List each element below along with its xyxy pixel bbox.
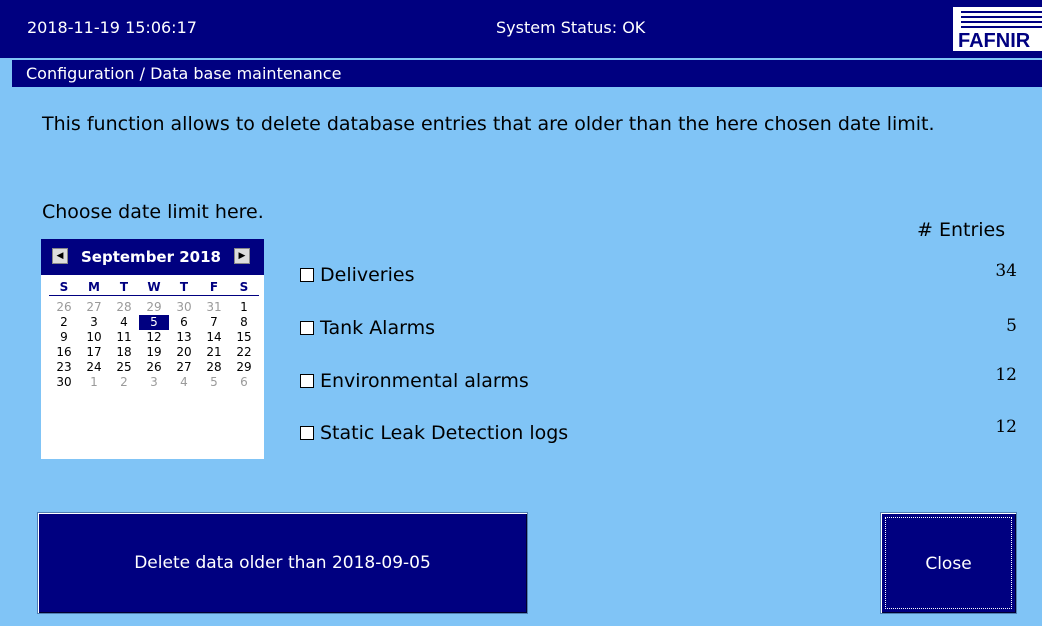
calendar-day[interactable]: 2 bbox=[109, 375, 139, 390]
option-label: Environmental alarms bbox=[320, 370, 529, 392]
calendar-month-label: September 2018 bbox=[81, 248, 221, 266]
static-leak-detection-checkbox[interactable] bbox=[300, 426, 314, 440]
description-text: This function allows to delete database … bbox=[42, 113, 935, 135]
breadcrumb: Configuration / Data base maintenance bbox=[12, 60, 1042, 87]
calendar-day[interactable]: 11 bbox=[109, 330, 139, 345]
calendar-day[interactable]: 4 bbox=[109, 315, 139, 330]
calendar-day[interactable]: 26 bbox=[49, 300, 79, 315]
calendar-day[interactable]: 28 bbox=[109, 300, 139, 315]
calendar-day[interactable]: 6 bbox=[169, 315, 199, 330]
fafnir-logo: FAFNIR bbox=[953, 7, 1042, 51]
option-tank-alarms[interactable]: Tank Alarms bbox=[300, 317, 435, 339]
calendar-day[interactable]: 19 bbox=[139, 345, 169, 360]
calendar-day[interactable]: 29 bbox=[139, 300, 169, 315]
calendar-day[interactable]: 29 bbox=[229, 360, 259, 375]
next-month-button[interactable]: ▶ bbox=[234, 248, 250, 264]
option-label: Static Leak Detection logs bbox=[320, 422, 569, 444]
calendar-weekday-header: S M T W T F S bbox=[49, 280, 259, 296]
entries-column-header: # Entries bbox=[917, 219, 1006, 241]
calendar-day[interactable]: 10 bbox=[79, 330, 109, 345]
calendar-day[interactable]: 25 bbox=[109, 360, 139, 375]
environmental-alarms-entry-count: 12 bbox=[995, 365, 1017, 385]
weekday-label: M bbox=[88, 280, 100, 294]
weekday-label: F bbox=[209, 280, 219, 294]
close-button-label: Close bbox=[885, 517, 1012, 609]
calendar-day[interactable]: 5 bbox=[139, 315, 169, 330]
system-status: System Status: OK bbox=[496, 18, 646, 37]
option-static-leak-detection-logs[interactable]: Static Leak Detection logs bbox=[300, 422, 568, 444]
calendar-day[interactable]: 14 bbox=[199, 330, 229, 345]
calendar-day[interactable]: 30 bbox=[169, 300, 199, 315]
calendar-day[interactable]: 4 bbox=[169, 375, 199, 390]
static-leak-detection-entry-count: 12 bbox=[995, 417, 1017, 437]
calendar-day[interactable]: 24 bbox=[79, 360, 109, 375]
delete-old-data-button[interactable]: Delete data older than 2018-09-05 bbox=[37, 512, 528, 614]
calendar-day[interactable]: 9 bbox=[49, 330, 79, 345]
weekday-label: S bbox=[239, 280, 249, 294]
calendar-day[interactable]: 16 bbox=[49, 345, 79, 360]
page-title: Configuration / Data base maintenance bbox=[26, 64, 342, 83]
tank-alarms-checkbox[interactable] bbox=[300, 321, 314, 335]
calendar-day[interactable]: 23 bbox=[49, 360, 79, 375]
calendar-day[interactable]: 20 bbox=[169, 345, 199, 360]
calendar-day[interactable]: 8 bbox=[229, 315, 259, 330]
calendar-day[interactable]: 1 bbox=[229, 300, 259, 315]
choose-date-label: Choose date limit here. bbox=[42, 201, 264, 223]
tank-alarms-entry-count: 5 bbox=[1006, 316, 1017, 336]
logo-text: FAFNIR bbox=[958, 30, 1031, 51]
calendar-day[interactable]: 30 bbox=[49, 375, 79, 390]
option-label: Deliveries bbox=[320, 264, 415, 286]
deliveries-entry-count: 34 bbox=[995, 261, 1017, 281]
calendar-day[interactable]: 5 bbox=[199, 375, 229, 390]
close-button[interactable]: Close bbox=[880, 512, 1017, 614]
calendar-day[interactable]: 3 bbox=[79, 315, 109, 330]
option-environmental-alarms[interactable]: Environmental alarms bbox=[300, 370, 529, 392]
calendar-day[interactable]: 13 bbox=[169, 330, 199, 345]
top-status-bar: 2018-11-19 15:06:17 System Status: OK FA… bbox=[0, 0, 1042, 58]
calendar-day[interactable]: 26 bbox=[139, 360, 169, 375]
calendar-day[interactable]: 6 bbox=[229, 375, 259, 390]
weekday-label: T bbox=[119, 280, 129, 294]
calendar-day[interactable]: 21 bbox=[199, 345, 229, 360]
calendar-day[interactable]: 12 bbox=[139, 330, 169, 345]
calendar-day[interactable]: 31 bbox=[199, 300, 229, 315]
date-picker-calendar[interactable]: ◀ September 2018 ▶ S M T W T F S 26 27 28 2… bbox=[41, 239, 264, 459]
calendar-day[interactable]: 18 bbox=[109, 345, 139, 360]
calendar-day[interactable]: 1 bbox=[79, 375, 109, 390]
calendar-day[interactable]: 27 bbox=[79, 300, 109, 315]
weekday-label: W bbox=[147, 280, 161, 294]
datetime-display: 2018-11-19 15:06:17 bbox=[27, 18, 197, 37]
calendar-day[interactable]: 17 bbox=[79, 345, 109, 360]
calendar-header: ◀ September 2018 ▶ bbox=[41, 239, 264, 275]
calendar-day-grid: 26 27 28 29 30 31 1 2 3 4 5 6 7 8 9 10 11 12 13 14 15 16 17 18 1… bbox=[49, 300, 259, 390]
weekday-label: T bbox=[179, 280, 189, 294]
deliveries-checkbox[interactable] bbox=[300, 268, 314, 282]
calendar-day[interactable]: 2 bbox=[49, 315, 79, 330]
option-label: Tank Alarms bbox=[320, 317, 435, 339]
calendar-day[interactable]: 22 bbox=[229, 345, 259, 360]
environmental-alarms-checkbox[interactable] bbox=[300, 374, 314, 388]
option-deliveries[interactable]: Deliveries bbox=[300, 264, 415, 286]
calendar-day[interactable]: 7 bbox=[199, 315, 229, 330]
calendar-day[interactable]: 3 bbox=[139, 375, 169, 390]
weekday-label: S bbox=[59, 280, 69, 294]
previous-month-button[interactable]: ◀ bbox=[52, 248, 68, 264]
calendar-day[interactable]: 15 bbox=[229, 330, 259, 345]
calendar-day[interactable]: 28 bbox=[199, 360, 229, 375]
calendar-day[interactable]: 27 bbox=[169, 360, 199, 375]
